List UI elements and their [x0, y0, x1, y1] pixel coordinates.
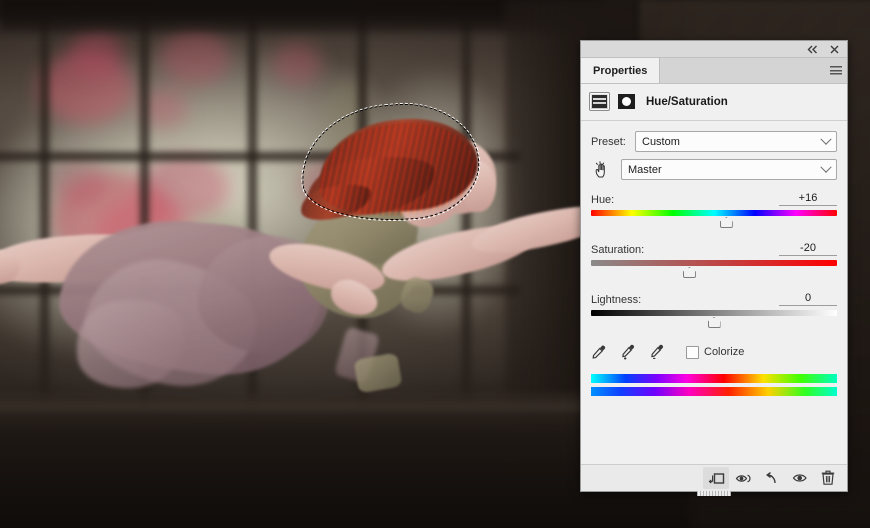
- eyedropper-add-icon[interactable]: [620, 344, 636, 360]
- slider-saturation: Saturation: -20: [581, 242, 847, 280]
- cloth-fragment: [353, 352, 403, 394]
- slider-hue-track[interactable]: [591, 210, 837, 216]
- hamburger-glyph: [830, 66, 842, 75]
- preset-value: Custom: [642, 135, 680, 148]
- slider-saturation-track-wrap[interactable]: [591, 260, 837, 280]
- delete-adjustment-layer-icon[interactable]: [815, 467, 841, 489]
- slider-hue-head: Hue: +16: [591, 192, 837, 206]
- spectrum-bar-result[interactable]: [591, 387, 837, 396]
- mask-dot: [622, 97, 631, 106]
- colorize-label: Colorize: [704, 346, 745, 358]
- panel-footer: [581, 464, 847, 496]
- tab-properties[interactable]: Properties: [581, 58, 661, 83]
- slider-lightness-track-wrap[interactable]: [591, 310, 837, 330]
- panel-menu-icon[interactable]: [825, 58, 847, 83]
- toggle-layer-visibility-icon[interactable]: [787, 467, 813, 489]
- screenshot-root: Properties Hue/Saturation Preset: Custom: [0, 0, 870, 528]
- eyedropper-icon[interactable]: [591, 344, 607, 360]
- adjustment-glyph: [592, 95, 607, 108]
- reset-icon[interactable]: [759, 467, 785, 489]
- channel-row: Master: [581, 159, 847, 180]
- preset-label: Preset:: [591, 135, 626, 148]
- clip-to-layer-icon[interactable]: [703, 467, 729, 489]
- panel-body: Hue/Saturation Preset: Custom Master Hue…: [581, 84, 847, 464]
- eyedropper-row: Colorize: [581, 344, 847, 360]
- slider-lightness-value[interactable]: 0: [779, 292, 837, 306]
- slider-lightness-thumb[interactable]: [708, 317, 721, 328]
- colorize-checkbox-row[interactable]: Colorize: [686, 345, 745, 359]
- slider-saturation-head: Saturation: -20: [591, 242, 837, 256]
- on-image-adjust-hand-icon[interactable]: [591, 160, 613, 180]
- slider-hue-track-wrap[interactable]: [591, 210, 837, 230]
- preset-dropdown[interactable]: Custom: [635, 131, 837, 152]
- hue-saturation-adjustment-icon[interactable]: [589, 92, 610, 111]
- slider-hue-thumb[interactable]: [720, 217, 733, 228]
- slider-saturation-track[interactable]: [591, 260, 837, 266]
- slider-saturation-label: Saturation:: [591, 244, 645, 256]
- spectrum-bar-source[interactable]: [591, 374, 837, 383]
- adjustment-title: Hue/Saturation: [646, 95, 728, 108]
- close-icon[interactable]: [828, 43, 841, 56]
- adjustment-header: Hue/Saturation: [581, 84, 847, 121]
- slider-hue-value[interactable]: +16: [779, 192, 837, 206]
- chevron-down-icon: [820, 161, 832, 173]
- view-previous-state-icon[interactable]: [731, 467, 757, 489]
- slider-lightness: Lightness: 0: [581, 292, 847, 330]
- chevron-down-icon: [820, 133, 832, 145]
- slider-saturation-thumb[interactable]: [683, 267, 696, 278]
- preset-row: Preset: Custom: [581, 131, 847, 152]
- slider-lightness-label: Lightness:: [591, 294, 642, 306]
- tab-spacer: [660, 58, 825, 83]
- channel-value: Master: [628, 163, 662, 176]
- properties-panel[interactable]: Properties Hue/Saturation Preset: Custom: [580, 40, 848, 496]
- color-range-spectrum: [581, 374, 847, 396]
- channel-dropdown[interactable]: Master: [621, 159, 837, 180]
- panel-titlebar: [581, 41, 847, 58]
- slider-lightness-track[interactable]: [591, 310, 837, 316]
- panel-tab-row: Properties: [581, 58, 847, 84]
- slider-saturation-value[interactable]: -20: [779, 242, 837, 256]
- colorize-checkbox[interactable]: [686, 345, 699, 359]
- slider-hue: Hue: +16: [581, 192, 847, 230]
- eyedropper-subtract-icon[interactable]: [649, 344, 665, 360]
- collapse-panel-icon[interactable]: [806, 43, 819, 56]
- slider-hue-label: Hue:: [591, 194, 615, 206]
- slider-lightness-head: Lightness: 0: [591, 292, 837, 306]
- panel-resize-grip[interactable]: [697, 491, 731, 496]
- layer-mask-icon[interactable]: [618, 94, 635, 109]
